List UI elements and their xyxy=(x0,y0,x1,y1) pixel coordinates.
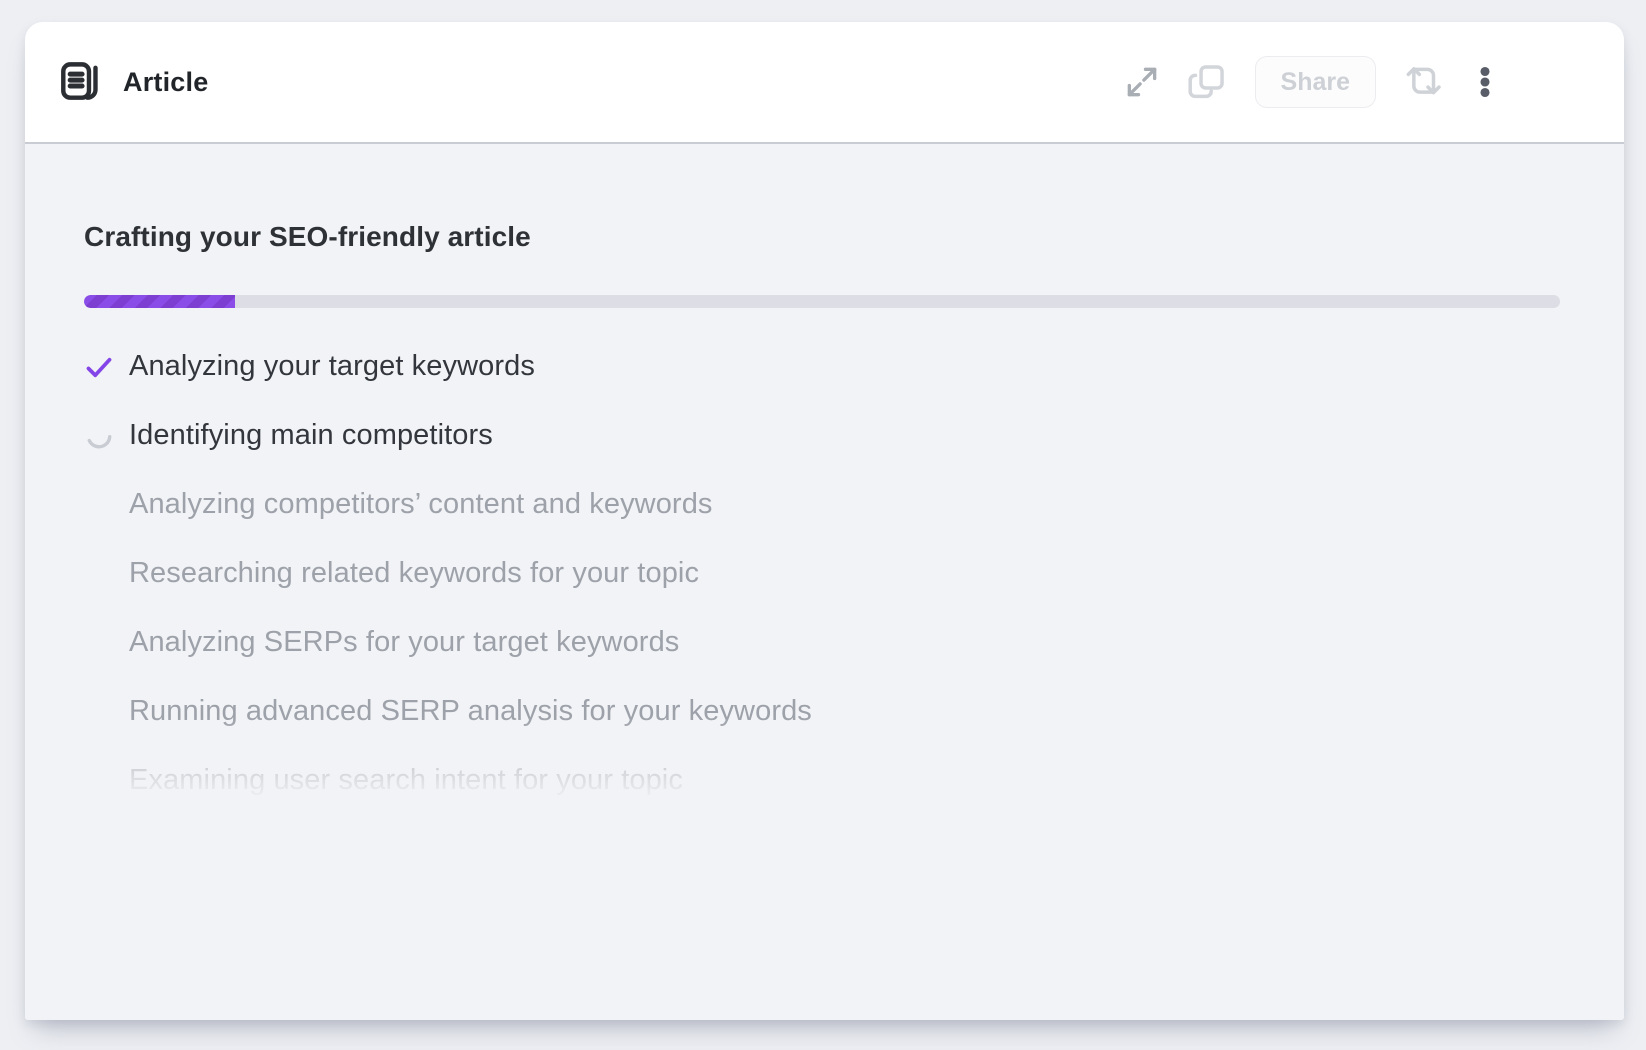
checklist-item-status xyxy=(84,421,129,451)
checklist-item-label: Analyzing SERPs for your target keywords xyxy=(129,626,679,659)
checklist-item-label: Running advanced SERP analysis for your … xyxy=(129,695,812,728)
progress-bar-fill xyxy=(84,295,235,308)
spinner-icon xyxy=(84,421,114,451)
progress-panel: Crafting your SEO-friendly article Analy… xyxy=(25,144,1624,1020)
checklist-item-label: Identifying main competitors xyxy=(129,419,493,452)
checklist-item: Running advanced SERP analysis for your … xyxy=(84,677,1560,746)
checklist-item-label: Examining user search intent for your to… xyxy=(129,764,683,797)
header-title-group: Article xyxy=(56,59,208,105)
repost-icon xyxy=(1403,62,1443,102)
check-icon xyxy=(84,352,114,382)
expand-icon xyxy=(1123,63,1161,101)
kebab-menu-icon xyxy=(1468,65,1502,99)
checklist-item: Analyzing SERPs for your target keywords xyxy=(84,608,1560,677)
checklist-item: Examining user search intent for your to… xyxy=(84,746,1560,815)
copy-icon xyxy=(1186,61,1228,103)
checklist-item-label: Analyzing your target keywords xyxy=(129,350,535,383)
article-card: Article Share xyxy=(25,22,1624,1020)
regenerate-button[interactable] xyxy=(1397,56,1449,108)
checklist-item: Analyzing competitors’ content and keywo… xyxy=(84,470,1560,539)
checklist: Analyzing your target keywords Identifyi… xyxy=(84,332,1560,815)
header-actions: Share xyxy=(1117,55,1508,109)
checklist-item: Analyzing your target keywords xyxy=(84,332,1560,401)
checklist-item-status xyxy=(84,352,129,382)
article-icon xyxy=(56,59,102,105)
expand-button[interactable] xyxy=(1117,57,1167,107)
card-header: Article Share xyxy=(25,22,1624,144)
progress-heading: Crafting your SEO-friendly article xyxy=(84,220,1560,254)
checklist-item-label: Analyzing competitors’ content and keywo… xyxy=(129,488,713,521)
page-title: Article xyxy=(123,67,208,98)
checklist-item-label: Researching related keywords for your to… xyxy=(129,557,699,590)
more-options-button[interactable] xyxy=(1462,59,1508,105)
checklist-item: Identifying main competitors xyxy=(84,401,1560,470)
share-button[interactable]: Share xyxy=(1255,56,1376,108)
progress-bar-track xyxy=(84,295,1560,308)
checklist-item: Researching related keywords for your to… xyxy=(84,539,1560,608)
copy-button[interactable] xyxy=(1180,55,1234,109)
